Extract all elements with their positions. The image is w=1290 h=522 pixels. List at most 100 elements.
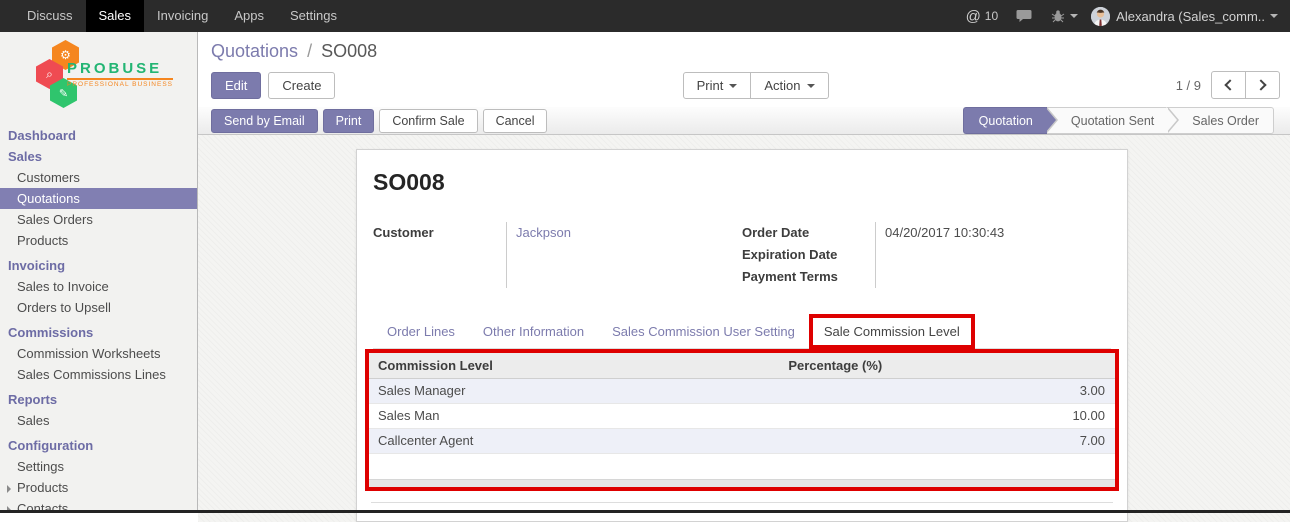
- notebook-tabs: Order Lines Other Information Sales Comm…: [373, 314, 1111, 349]
- tab-other-information[interactable]: Other Information: [469, 315, 598, 348]
- payment-terms-label: Payment Terms: [742, 266, 875, 288]
- table-header-row: Commission Level Percentage (%): [369, 353, 1115, 378]
- sidebar-item-sales-to-invoice[interactable]: Sales to Invoice: [0, 276, 197, 297]
- user-avatar: [1091, 7, 1110, 26]
- topnav-invoicing[interactable]: Invoicing: [144, 0, 221, 32]
- commission-level-table: Commission Level Percentage (%) Sales Ma…: [369, 353, 1115, 479]
- sidebar-item-settings[interactable]: Settings: [0, 456, 197, 477]
- status-quotation[interactable]: Quotation: [963, 107, 1047, 134]
- top-navbar: Discuss Sales Invoicing Apps Settings @ …: [0, 0, 1290, 32]
- top-menu: Discuss Sales Invoicing Apps Settings: [0, 0, 350, 32]
- pager-next-button[interactable]: [1245, 71, 1280, 99]
- sidebar-item-customers[interactable]: Customers: [0, 167, 197, 188]
- caret-down-icon: [1270, 14, 1278, 18]
- sidebar-section-sales[interactable]: Sales: [0, 146, 197, 167]
- customer-label: Customer: [373, 222, 506, 244]
- sidebar-item-orders-to-upsell[interactable]: Orders to Upsell: [0, 297, 197, 318]
- status-quotation-sent[interactable]: Quotation Sent: [1047, 107, 1168, 134]
- content-area: SO008 Customer Jackpson Order Date E: [198, 135, 1290, 522]
- edit-button[interactable]: Edit: [211, 72, 261, 99]
- table-row[interactable]: Sales Man 10.00: [369, 403, 1115, 428]
- print-button[interactable]: Print: [323, 109, 375, 133]
- breadcrumb-current: SO008: [321, 41, 377, 61]
- pager-previous-button[interactable]: [1211, 71, 1246, 99]
- action-dropdown-button[interactable]: Action: [750, 72, 828, 99]
- topnav-discuss[interactable]: Discuss: [14, 0, 86, 32]
- payment-terms-value: [885, 266, 1111, 288]
- sidebar-item-sales-orders[interactable]: Sales Orders: [0, 209, 197, 230]
- confirm-sale-button[interactable]: Confirm Sale: [379, 109, 477, 133]
- quotation-sheet: SO008 Customer Jackpson Order Date E: [356, 149, 1128, 522]
- sidebar-item-reports-sales[interactable]: Sales: [0, 410, 197, 431]
- sidebar-item-config-contacts[interactable]: Contacts: [0, 498, 197, 510]
- percentage-cell[interactable]: 7.00: [779, 428, 1115, 453]
- topnav-apps[interactable]: Apps: [221, 0, 277, 32]
- breadcrumb: Quotations / SO008: [211, 41, 1280, 62]
- commission-level-cell[interactable]: Sales Manager: [369, 378, 779, 403]
- sidebar-item-quotations[interactable]: Quotations: [0, 188, 197, 209]
- control-panel: Quotations / SO008 Edit Create Print Act…: [198, 32, 1290, 107]
- expiration-date-value: [885, 244, 1111, 266]
- caret-down-icon: [729, 84, 737, 88]
- commission-level-cell[interactable]: Sales Man: [369, 403, 779, 428]
- tab-order-lines[interactable]: Order Lines: [373, 315, 469, 348]
- chevron-left-icon: [1224, 79, 1235, 90]
- commission-level-cell[interactable]: Callcenter Agent: [369, 428, 779, 453]
- expiration-date-label: Expiration Date: [742, 244, 875, 266]
- logo-tagline: PROFESSIONAL BUSINESS: [67, 78, 173, 88]
- mention-count: 10: [985, 9, 998, 23]
- caret-down-icon: [807, 84, 815, 88]
- sidebar: ⚙ ⌕ ✎ PROBUSE PROFESSIONAL BUSINESS Dash…: [0, 32, 198, 510]
- annotation-highlight-box: Commission Level Percentage (%) Sales Ma…: [365, 349, 1119, 491]
- create-button[interactable]: Create: [268, 72, 335, 99]
- cancel-button[interactable]: Cancel: [483, 109, 548, 133]
- table-footer: [369, 479, 1115, 487]
- breadcrumb-separator: /: [307, 41, 312, 61]
- chat-bubble-icon: [1016, 9, 1033, 23]
- table-row[interactable]: Callcenter Agent 7.00: [369, 428, 1115, 453]
- status-sales-order[interactable]: Sales Order: [1168, 107, 1274, 134]
- mention-counter-button[interactable]: @ 10: [957, 0, 1008, 32]
- sidebar-section-invoicing[interactable]: Invoicing: [0, 255, 197, 276]
- table-row[interactable]: Sales Manager 3.00: [369, 378, 1115, 403]
- statusbar: Send by Email Print Confirm Sale Cancel …: [198, 107, 1290, 135]
- debug-menu-button[interactable]: [1042, 0, 1087, 32]
- sidebar-item-products[interactable]: Products: [0, 230, 197, 251]
- page-title: SO008: [373, 169, 1111, 196]
- bug-icon: [1051, 9, 1065, 23]
- breadcrumb-quotations-link[interactable]: Quotations: [211, 41, 298, 61]
- user-menu[interactable]: Alexandra (Sales_comm..: [1087, 7, 1282, 26]
- sidebar-section-commissions[interactable]: Commissions: [0, 322, 197, 343]
- customer-value-link[interactable]: Jackpson: [516, 222, 742, 244]
- topnav-settings[interactable]: Settings: [277, 0, 350, 32]
- top-systray: @ 10: [957, 0, 1290, 32]
- sidebar-menu: Dashboard Sales Customers Quotations Sal…: [0, 125, 197, 510]
- table-empty-row: [369, 453, 1115, 479]
- sidebar-item-config-products[interactable]: Products: [0, 477, 197, 498]
- sidebar-item-dashboard[interactable]: Dashboard: [0, 125, 197, 146]
- sidebar-item-sales-commissions-lines[interactable]: Sales Commissions Lines: [0, 364, 197, 385]
- logo-title: PROBUSE: [67, 60, 162, 77]
- caret-down-icon: [1070, 14, 1078, 18]
- sheet-divider: [371, 502, 1113, 503]
- sidebar-section-configuration[interactable]: Configuration: [0, 435, 197, 456]
- percentage-cell[interactable]: 3.00: [779, 378, 1115, 403]
- messages-button[interactable]: [1007, 0, 1042, 32]
- company-logo[interactable]: ⚙ ⌕ ✎ PROBUSE PROFESSIONAL BUSINESS: [0, 37, 197, 117]
- sidebar-section-reports[interactable]: Reports: [0, 389, 197, 410]
- topnav-sales[interactable]: Sales: [86, 0, 145, 32]
- print-dropdown-button[interactable]: Print: [683, 72, 752, 99]
- pager-value: 1 / 9: [1176, 78, 1201, 93]
- order-date-value: 04/20/2017 10:30:43: [885, 222, 1111, 244]
- percentage-cell[interactable]: 10.00: [779, 403, 1115, 428]
- sidebar-item-commission-worksheets[interactable]: Commission Worksheets: [0, 343, 197, 364]
- column-commission-level[interactable]: Commission Level: [369, 353, 779, 378]
- chevron-right-icon: [1255, 79, 1266, 90]
- tab-sales-commission-user-setting[interactable]: Sales Commission User Setting: [598, 315, 809, 348]
- user-name: Alexandra (Sales_comm..: [1116, 9, 1265, 24]
- column-percentage[interactable]: Percentage (%): [779, 353, 1115, 378]
- send-by-email-button[interactable]: Send by Email: [211, 109, 318, 133]
- order-date-label: Order Date: [742, 222, 875, 244]
- record-pager: 1 / 9: [1176, 71, 1280, 99]
- tab-sale-commission-level[interactable]: Sale Commission Level: [809, 314, 975, 349]
